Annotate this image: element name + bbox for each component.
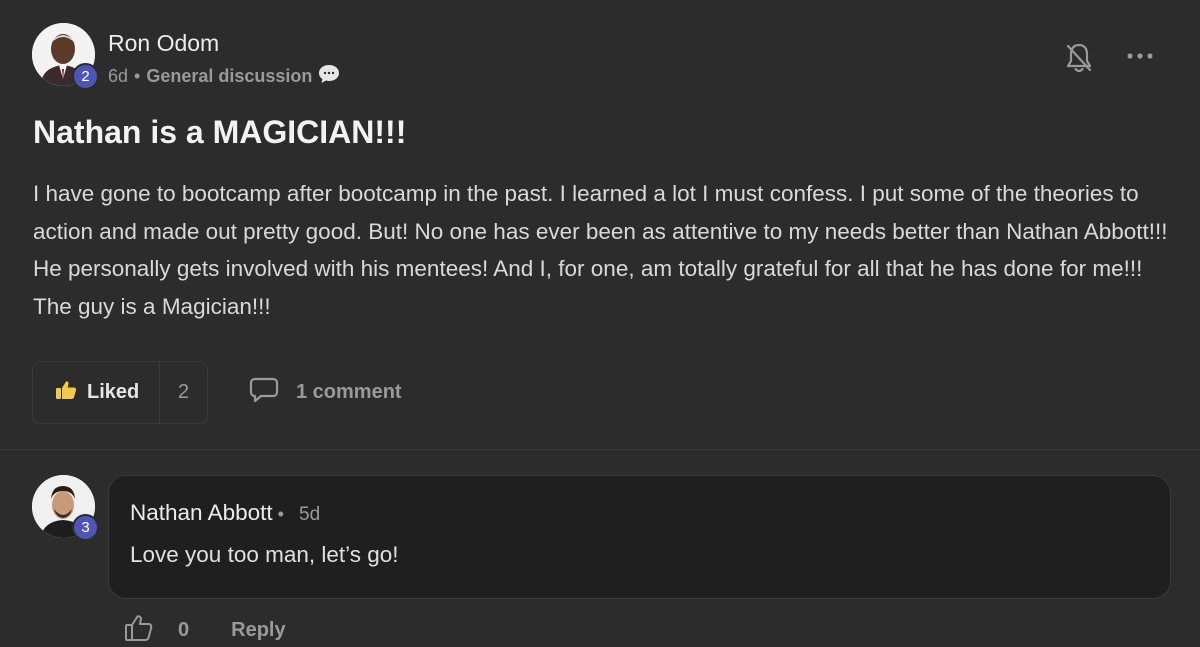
author-name[interactable]: Ron Odom <box>108 30 219 57</box>
comment-icon <box>248 376 280 409</box>
comment-time: 5d <box>299 504 321 525</box>
comment-text: Love you too man, let’s go! <box>130 542 399 567</box>
like-control: Liked 2 <box>32 361 208 424</box>
chat-bubble-icon <box>318 64 340 89</box>
more-horizontal-icon[interactable] <box>1126 48 1154 69</box>
author-level-badge: 2 <box>72 63 99 90</box>
post-title: Nathan is a MAGICIAN!!! <box>33 114 407 150</box>
like-label: Liked <box>87 381 140 403</box>
post-time: 6d <box>108 66 129 86</box>
thumbs-up-filled-icon <box>55 380 77 405</box>
bell-off-icon[interactable] <box>1064 42 1094 79</box>
comment-author-name[interactable]: Nathan Abbott • <box>130 500 284 526</box>
post-body: I have gone to bootcamp after bootcamp i… <box>33 181 1168 319</box>
reply-button[interactable]: Reply <box>231 619 285 642</box>
post-meta: 6d • General discussion <box>108 64 340 89</box>
like-button[interactable]: Liked <box>33 362 160 423</box>
post-card: 2 Ron Odom 6d • General discussion Natha… <box>0 0 1200 450</box>
like-count[interactable]: 2 <box>160 362 207 423</box>
comments-count-label: 1 comment <box>296 380 402 403</box>
comment-bubble: Nathan Abbott • 5d Love you too man, let… <box>108 475 1171 599</box>
meta-separator: • <box>134 66 141 86</box>
comment-author-level-badge: 3 <box>72 514 99 541</box>
comment-like-count: 0 <box>178 618 190 641</box>
comment-like-button[interactable] <box>124 614 154 647</box>
comment-actions: 0 Reply <box>124 614 286 646</box>
section-divider <box>0 449 1200 450</box>
comments-button[interactable]: 1 comment <box>248 376 402 408</box>
thumbs-up-outline-icon <box>124 614 154 647</box>
post-category[interactable]: General discussion <box>146 66 312 87</box>
